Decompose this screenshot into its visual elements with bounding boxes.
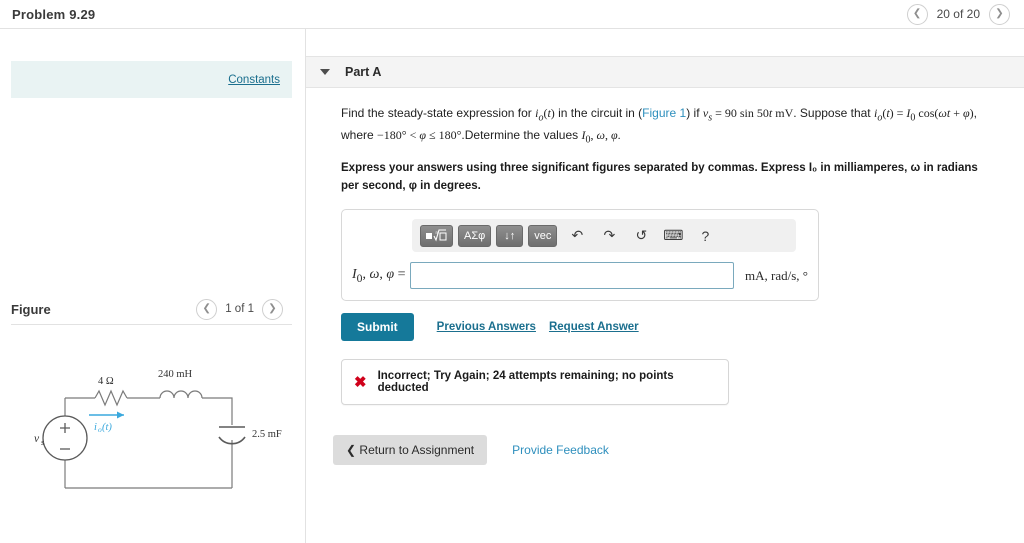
current-label: i <box>94 422 97 433</box>
answer-entry-box: n ΑΣφ ↓↑ vec ↶ ↷ ↺ ⌨ ? I0, ω, φ = mA, ra… <box>341 209 819 302</box>
previous-answers-link[interactable]: Previous Answers <box>437 321 536 333</box>
answer-instruction: Express your answers using three signifi… <box>341 161 978 192</box>
capacitor-label: 2.5 mF <box>252 429 282 440</box>
keyboard-icon[interactable]: ⌨ <box>661 225 685 247</box>
template-icon[interactable]: n <box>420 224 453 247</box>
return-to-assignment-button[interactable]: ❮ Return to Assignment <box>333 435 488 466</box>
problem-pager: ❮ 20 of 20 ❯ <box>906 3 1010 25</box>
source-label: v <box>34 433 40 445</box>
statement-math-vs: vs = 90 sin 50t mV <box>702 106 794 124</box>
figure-pager: ❮ 1 of 1 ❯ <box>196 298 283 320</box>
error-cross-icon: ✖ <box>354 373 367 391</box>
page-title: Problem 9.29 <box>12 6 96 22</box>
figure-divider <box>11 324 292 325</box>
help-icon[interactable]: ? <box>693 225 717 247</box>
greek-symbols-icon[interactable]: ΑΣφ <box>458 224 492 247</box>
problem-statement: Find the steady-state expression for io(… <box>341 104 991 148</box>
figure-1-link[interactable]: Figure 1 <box>642 106 686 120</box>
figure-header: Figure ❮ 1 of 1 ❯ <box>0 296 305 322</box>
part-a-body: Find the steady-state expression for io(… <box>306 88 1024 466</box>
undo-icon[interactable]: ↶ <box>565 225 589 247</box>
math-toolbar: n ΑΣφ ↓↑ vec ↶ ↷ ↺ ⌨ ? <box>412 219 796 253</box>
bottom-actions: ❮ Return to Assignment Provide Feedback <box>333 435 1004 466</box>
answer-label: I0, ω, φ = <box>352 267 406 285</box>
submit-row: Submit Previous Answers Request Answer <box>341 313 1004 342</box>
problem-pager-label: 20 of 20 <box>936 7 980 21</box>
prev-problem-button[interactable]: ❮ <box>906 3 928 25</box>
next-figure-button[interactable]: ❯ <box>262 298 283 320</box>
figure-title: Figure <box>11 301 51 317</box>
feedback-banner: ✖ Incorrect; Try Again; 24 attempts rema… <box>341 359 729 406</box>
content-area: Constants Figure ❮ 1 of 1 ❯ 4 Ω 240 mH 2… <box>0 28 1024 543</box>
statement-math-range: −180° < φ ≤ 180° <box>377 127 462 142</box>
statement-text-4: . Suppose that <box>793 106 874 120</box>
statement-text-3: ) if <box>686 106 703 120</box>
updown-arrows-icon[interactable]: ↓↑ <box>496 224 524 247</box>
statement-math-io-form: io(t) = I0 cos(ωt + φ) <box>873 106 974 124</box>
statement-math-unknowns: I0, ω, φ. <box>581 127 621 146</box>
return-to-assignment-label: Return to Assignment <box>359 443 475 458</box>
statement-text-6: .Determine the values <box>461 127 582 142</box>
redo-icon[interactable]: ↷ <box>597 225 621 247</box>
statement-text-2: in the circuit in ( <box>554 106 643 120</box>
voltage-source-symbol <box>42 415 88 461</box>
vector-icon[interactable]: vec <box>528 224 558 247</box>
part-a-header[interactable]: Part A <box>306 56 1024 88</box>
chevron-left-icon: ❮ <box>346 443 357 458</box>
request-answer-link[interactable]: Request Answer <box>549 321 639 333</box>
source-label-sub: s <box>41 438 44 447</box>
provide-feedback-link[interactable]: Provide Feedback <box>512 443 609 457</box>
template-glyph: n <box>426 229 447 242</box>
figure-pager-label: 1 of 1 <box>225 303 254 315</box>
left-panel: Constants Figure ❮ 1 of 1 ❯ 4 Ω 240 mH 2… <box>0 28 306 543</box>
answer-units: mA, rad/s, ° <box>745 267 808 283</box>
right-panel: Part A Find the steady-state expression … <box>306 28 1024 543</box>
current-label-arg: (t) <box>102 422 112 433</box>
reset-icon[interactable]: ↺ <box>629 225 653 247</box>
answer-input[interactable] <box>410 262 735 290</box>
part-a-label: Part A <box>345 65 382 79</box>
statement-text-1: Find the steady-state expression for <box>341 106 536 120</box>
submit-button[interactable]: Submit <box>341 313 414 342</box>
constants-link[interactable]: Constants <box>228 74 280 86</box>
next-problem-button[interactable]: ❯ <box>989 3 1010 25</box>
answer-row: I0, ω, φ = mA, rad/s, ° <box>352 262 808 290</box>
resistor-label: 4 Ω <box>98 376 114 387</box>
top-bar: Problem 9.29 ❮ 20 of 20 ❯ <box>0 0 1024 28</box>
chevron-down-icon[interactable] <box>320 69 330 75</box>
feedback-text: Incorrect; Try Again; 24 attempts remain… <box>377 370 674 395</box>
inductor-label: 240 mH <box>158 369 193 380</box>
constants-panel: Constants <box>11 61 292 98</box>
statement-math-io: io(t) <box>535 106 555 124</box>
circuit-figure: 4 Ω 240 mH 2.5 mF i o (t) v s <box>10 358 300 508</box>
prev-figure-button[interactable]: ❮ <box>196 298 218 320</box>
circuit-diagram-svg: 4 Ω 240 mH 2.5 mF i o (t) v s <box>34 369 282 489</box>
